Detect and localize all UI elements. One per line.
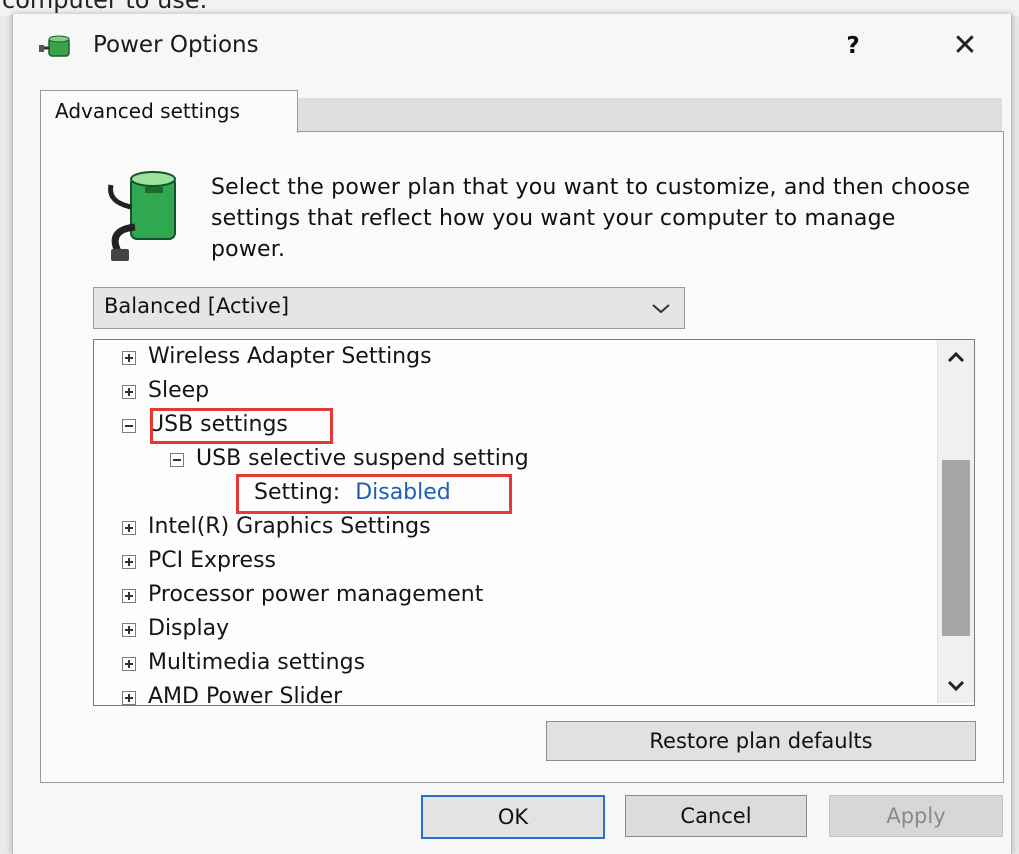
window-title: Power Options xyxy=(93,32,259,58)
tree-item-processor-power[interactable]: Processor power management xyxy=(122,578,484,612)
power-options-icon xyxy=(39,35,70,57)
tree-item-label: Display xyxy=(148,616,230,641)
collapse-minus-icon[interactable] xyxy=(170,453,184,467)
chevron-down-icon[interactable] xyxy=(650,298,672,318)
ok-button[interactable]: OK xyxy=(421,795,605,839)
expand-plus-icon[interactable] xyxy=(122,623,136,637)
chevron-up-icon[interactable] xyxy=(944,346,968,370)
description-text: Select the power plan that you want to c… xyxy=(211,175,971,262)
expand-plus-icon[interactable] xyxy=(122,351,136,365)
collapse-minus-icon[interactable] xyxy=(122,419,136,433)
tree-item-multimedia[interactable]: Multimedia settings xyxy=(122,646,366,680)
vertical-scrollbar[interactable] xyxy=(937,340,974,703)
tree-item-usb-selective-suspend[interactable]: USB selective suspend setting xyxy=(170,442,529,476)
tree-item-label: Multimedia settings xyxy=(148,650,366,675)
apply-button[interactable]: Apply xyxy=(829,795,1003,837)
expand-plus-icon[interactable] xyxy=(122,555,136,569)
expand-plus-icon[interactable] xyxy=(122,657,136,671)
tree-item-amd-power-slider[interactable]: AMD Power Slider xyxy=(122,680,343,706)
expand-plus-icon[interactable] xyxy=(122,589,136,603)
tree-item-label: Processor power management xyxy=(148,582,484,607)
expand-plus-icon[interactable] xyxy=(122,691,136,705)
battery-plug-icon xyxy=(108,171,176,261)
tree-item-usb-settings[interactable]: USB settings xyxy=(122,408,288,442)
tree-item-label: Intel(R) Graphics Settings xyxy=(148,514,431,539)
tree-item-pci-express[interactable]: PCI Express xyxy=(122,544,277,578)
chevron-down-icon[interactable] xyxy=(944,673,968,697)
power-options-dialog: Power Options ? ✕ Advanced settings Sele… xyxy=(12,14,1012,854)
background-text: computer to use. xyxy=(2,0,208,14)
expand-plus-icon[interactable] xyxy=(122,521,136,535)
advanced-settings-panel: Select the power plan that you want to c… xyxy=(40,131,1004,783)
tree-item-sleep[interactable]: Sleep xyxy=(122,374,210,408)
tree-item-label: USB selective suspend setting xyxy=(196,446,529,471)
tree-item-intel-graphics[interactable]: Intel(R) Graphics Settings xyxy=(122,510,431,544)
expand-plus-icon[interactable] xyxy=(122,385,136,399)
title-bar: Power Options ? ✕ xyxy=(13,14,1011,78)
tree-item-setting[interactable]: Setting: Disabled xyxy=(254,476,451,510)
close-button[interactable]: ✕ xyxy=(943,28,987,64)
restore-plan-defaults-button[interactable]: Restore plan defaults xyxy=(546,721,976,761)
tab-strip xyxy=(297,98,1002,133)
tree-item-label: Sleep xyxy=(148,378,210,403)
cancel-button[interactable]: Cancel xyxy=(625,795,807,837)
setting-value-link[interactable]: Disabled xyxy=(355,480,451,505)
tree-item-wireless-adapter[interactable]: Wireless Adapter Settings xyxy=(122,340,432,374)
settings-tree[interactable]: Wireless Adapter Settings Sleep USB sett… xyxy=(93,339,975,706)
tree-item-label: AMD Power Slider xyxy=(148,684,343,706)
setting-label: Setting: xyxy=(254,480,341,505)
scrollbar-thumb[interactable] xyxy=(942,460,970,636)
power-plan-value: Balanced [Active] xyxy=(104,294,290,318)
tree-item-label: USB settings xyxy=(148,412,288,437)
help-button[interactable]: ? xyxy=(833,28,873,64)
power-plan-select[interactable]: Balanced [Active] xyxy=(93,287,685,329)
tree-item-label: PCI Express xyxy=(148,548,277,573)
tab-advanced-settings[interactable]: Advanced settings xyxy=(40,90,298,133)
tree-item-label: Wireless Adapter Settings xyxy=(148,344,432,369)
tree-item-display[interactable]: Display xyxy=(122,612,230,646)
